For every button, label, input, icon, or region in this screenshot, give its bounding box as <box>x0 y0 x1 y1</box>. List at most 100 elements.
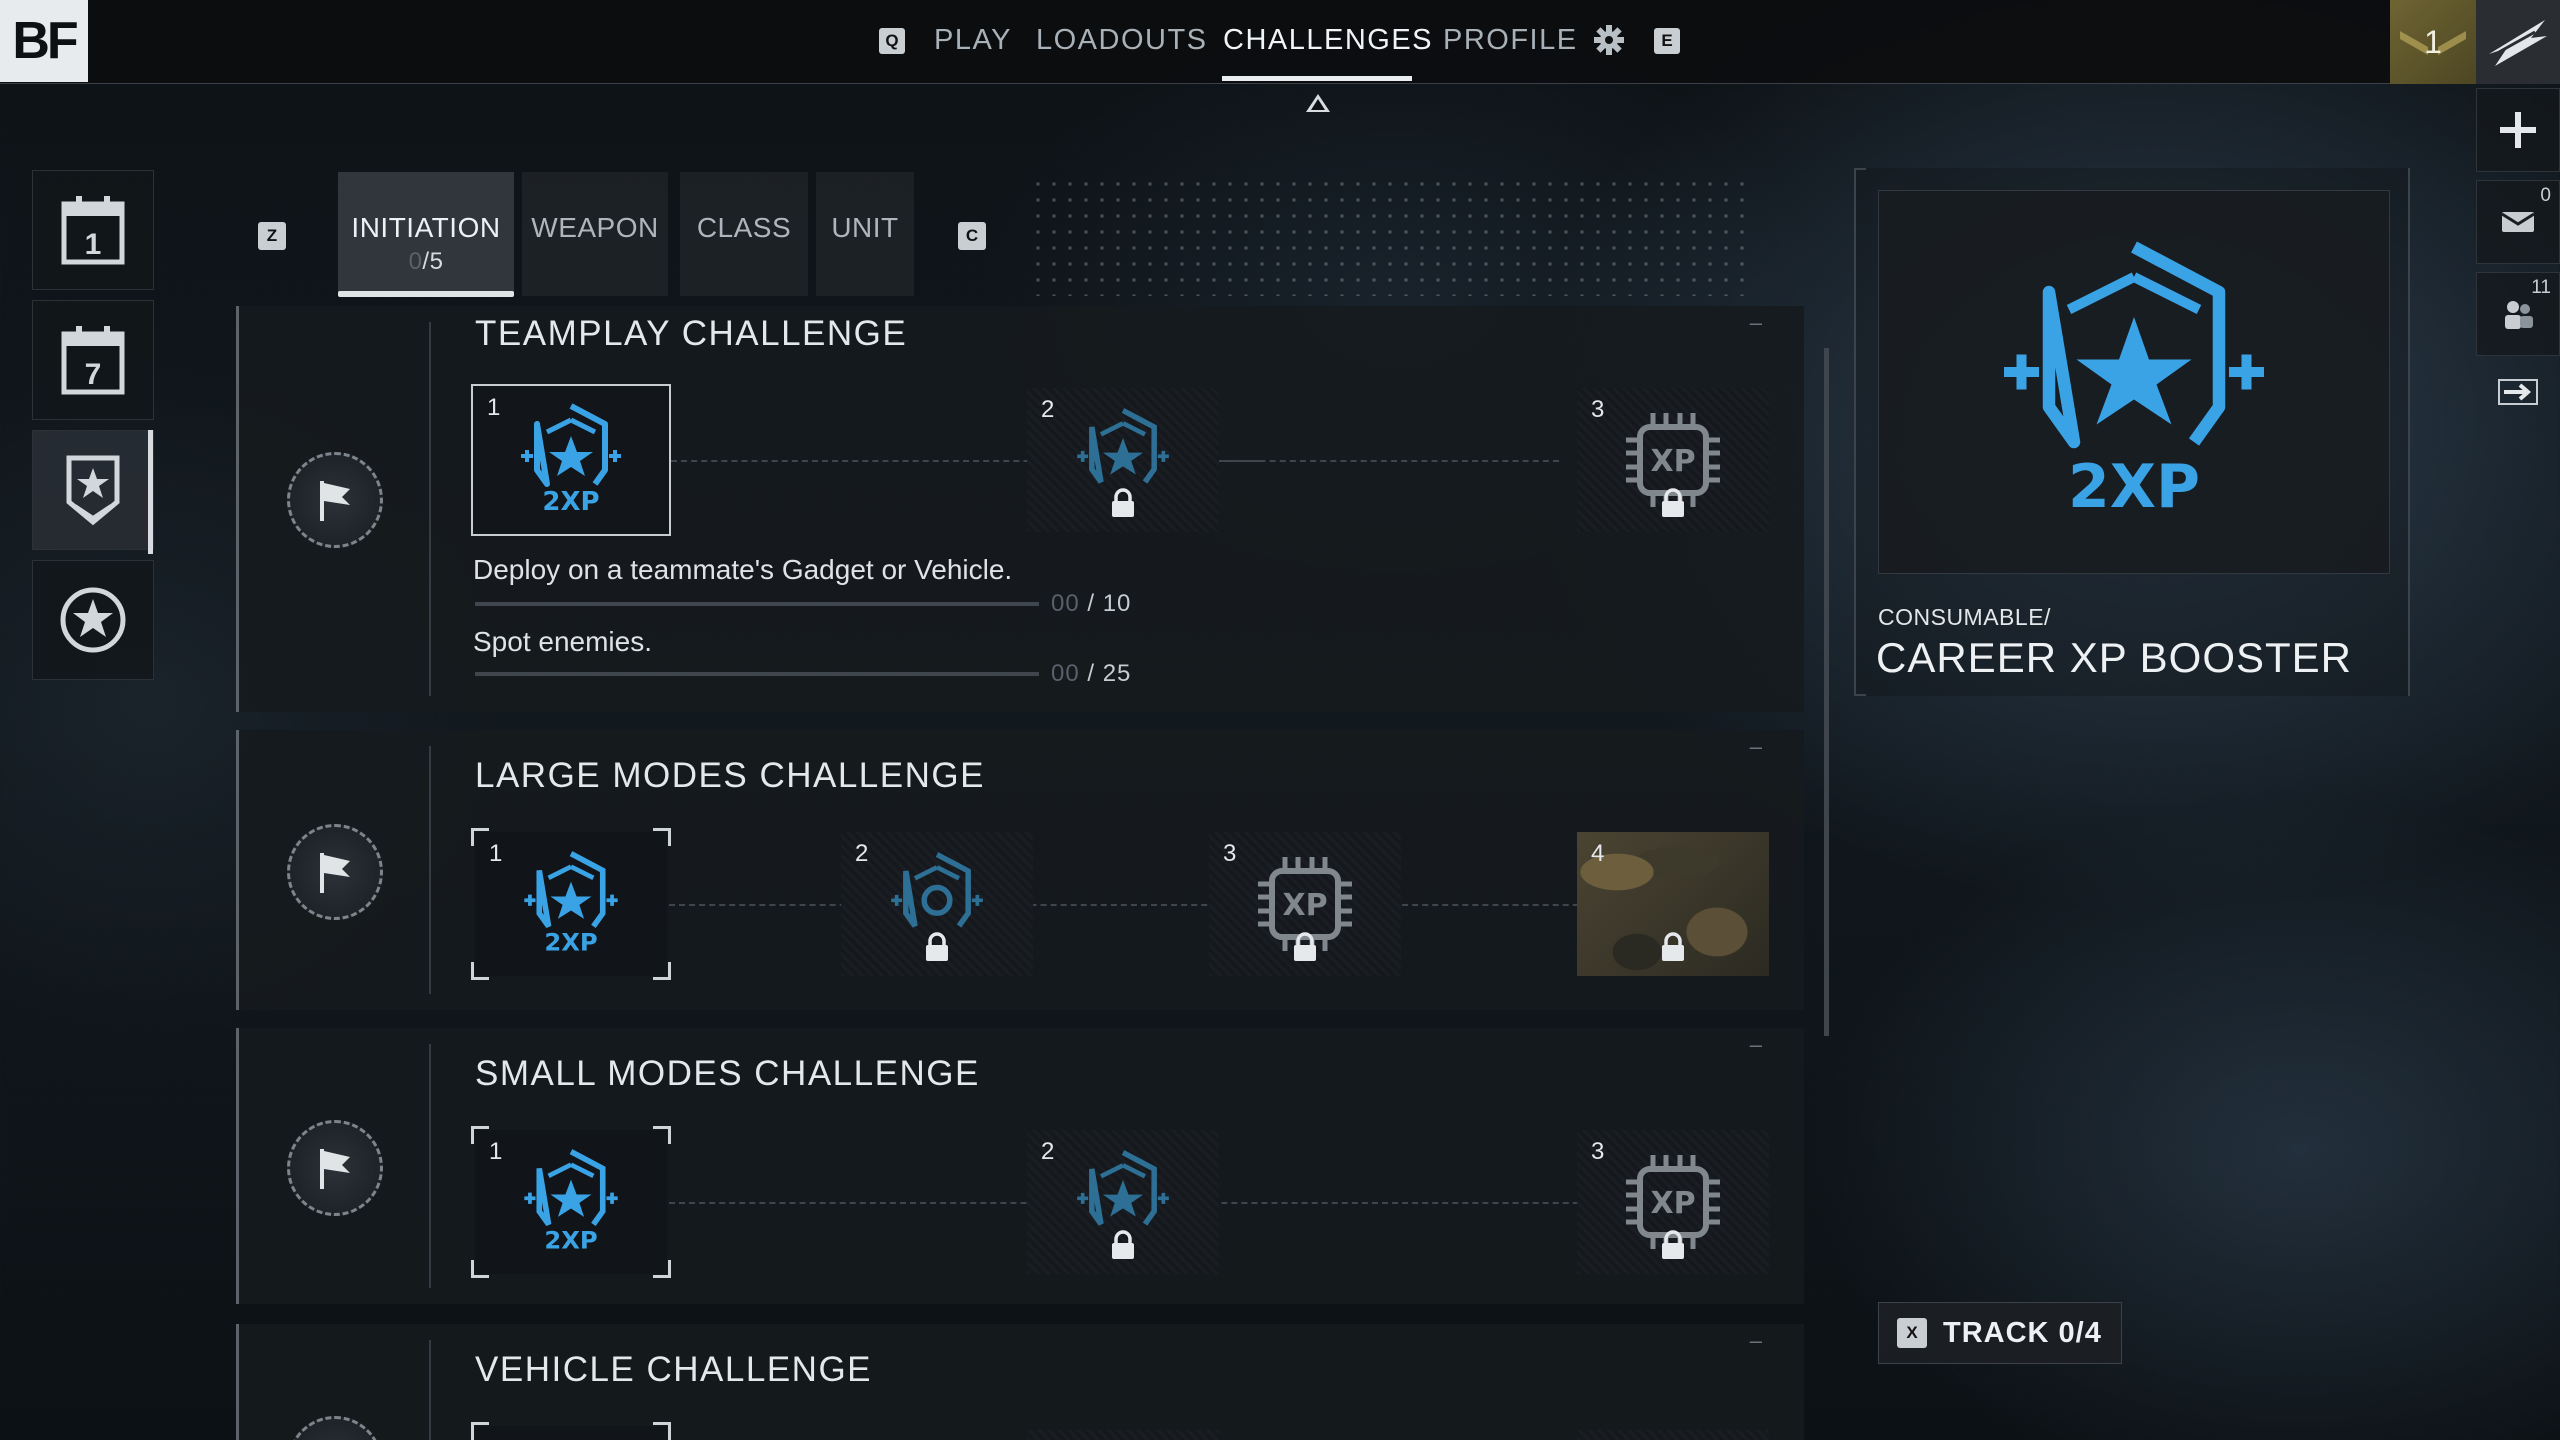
nav-play[interactable]: PLAY <box>934 24 1012 57</box>
challenge-title: VEHICLE CHALLENGE <box>475 1350 873 1389</box>
objective-progress-bar <box>475 672 1039 676</box>
tab-initiation-progress: 0/5 <box>409 248 444 276</box>
card-separator <box>429 322 431 696</box>
tab-weapon[interactable]: WEAPON <box>522 172 668 296</box>
reward-tier-1[interactable] <box>471 1422 671 1440</box>
lock-icon <box>1662 1230 1684 1259</box>
track-button[interactable]: X TRACK 0/4 <box>1878 1302 2122 1364</box>
squad-count: 11 <box>2531 277 2551 298</box>
gear-icon[interactable] <box>1593 24 1625 56</box>
main-nav: Q PLAY LOADOUTS CHALLENGES PROFILE E <box>0 0 2560 84</box>
challenge-card-teamplay[interactable]: – TEAMPLAY CHALLENGE 1 2XP 2 3 XP Deploy… <box>236 306 1804 712</box>
shield-star-icon <box>66 455 120 526</box>
collapse-toggle[interactable]: – <box>1750 310 1762 336</box>
reward-tier-2[interactable]: 2 <box>841 832 1033 976</box>
xp-booster-icon: 2XP <box>2004 241 2264 522</box>
reward-tier-3[interactable] <box>1577 1430 1769 1440</box>
tab-active-underline <box>338 291 514 297</box>
objective-text: Deploy on a teammate's Gadget or Vehicle… <box>473 554 1013 585</box>
category-mastery[interactable] <box>32 560 154 680</box>
mail-button[interactable]: 0 <box>2476 180 2560 264</box>
reward-tier-3[interactable]: 3 XP <box>1577 1130 1769 1274</box>
flag-icon <box>287 1416 383 1440</box>
key-hint-x: X <box>1897 1318 1927 1348</box>
key-hint-q: Q <box>879 28 905 54</box>
key-hint-e: E <box>1654 28 1680 54</box>
reward-tier-2[interactable]: 2 <box>1027 1130 1219 1274</box>
xp-chip-text: XP <box>1650 1186 1695 1221</box>
lock-icon <box>1662 932 1684 961</box>
reward-tier-1[interactable]: 1 2XP <box>471 828 671 980</box>
xp-chip-text: XP <box>1282 888 1327 923</box>
nav-loadouts[interactable]: LOADOUTS <box>1036 24 1208 57</box>
objective-progress-count: 00 / 25 <box>1051 660 1131 688</box>
tab-unit[interactable]: UNIT <box>816 172 914 296</box>
lock-icon <box>1112 1230 1134 1259</box>
key-hint-c: C <box>958 222 986 250</box>
squad-button[interactable]: 11 <box>2476 272 2560 356</box>
challenge-card-vehicle[interactable]: – VEHICLE CHALLENGE <box>236 1324 1804 1440</box>
lock-icon <box>926 932 948 961</box>
reward-tier-1[interactable]: 1 2XP <box>471 384 671 536</box>
collapse-toggle[interactable]: – <box>1750 734 1762 760</box>
reward-tier-number: 2 <box>1041 396 1055 423</box>
detail-2xp-text: 2XP <box>2068 452 2200 522</box>
rank-number: 1 <box>2424 23 2442 60</box>
mail-count: 0 <box>2540 185 2551 206</box>
challenge-list-scrollbar[interactable] <box>1824 348 1829 1036</box>
card-separator <box>429 746 431 994</box>
tab-class[interactable]: CLASS <box>680 172 808 296</box>
flag-icon <box>287 1120 383 1216</box>
challenge-card-small-modes[interactable]: – SMALL MODES CHALLENGE 1 2XP 2 3 XP <box>236 1028 1804 1304</box>
objective-progress-total: / 25 <box>1087 660 1132 687</box>
reward-tier-number: 4 <box>1591 840 1605 867</box>
reward-tier-number: 3 <box>1223 840 1237 867</box>
reward-tier-number: 2 <box>1041 1138 1055 1165</box>
exit-button[interactable] <box>2476 350 2560 434</box>
nav-caret-icon <box>1306 94 1330 112</box>
category-initiation[interactable] <box>32 430 154 550</box>
calendar-week-number: 7 <box>85 358 102 391</box>
star-circle-icon <box>60 587 126 653</box>
tab-initiation-label: INITIATION <box>351 212 501 243</box>
collapse-toggle[interactable]: – <box>1750 1032 1762 1058</box>
reward-tier-3[interactable]: 3 XP <box>1577 388 1769 532</box>
reward-tier-2[interactable]: 2 <box>1027 388 1219 532</box>
tab-initiation[interactable]: INITIATION 0/5 <box>338 172 514 296</box>
xp-booster-icon: 2XP <box>521 403 621 517</box>
add-button[interactable] <box>2476 88 2560 172</box>
flag-icon <box>287 452 383 548</box>
reward-2xp-text: 2XP <box>542 487 599 517</box>
nav-profile[interactable]: PROFILE <box>1443 24 1578 57</box>
nav-challenges[interactable]: CHALLENGES <box>1223 24 1433 57</box>
lock-icon <box>1662 488 1684 517</box>
reward-2xp-text: 2XP <box>544 928 597 957</box>
reward-track-line <box>669 904 1629 906</box>
tab-initiation-progress-done: 0 <box>408 248 423 275</box>
objective-progress-count: 00 / 10 <box>1051 590 1131 618</box>
objective-progress-current: 00 <box>1051 590 1080 617</box>
profile-emblem[interactable] <box>2476 0 2560 84</box>
collapse-toggle[interactable]: – <box>1750 1328 1762 1354</box>
key-hint-z: Z <box>258 222 286 250</box>
rank-badge[interactable]: 1 <box>2390 0 2476 84</box>
objective-progress-total: / 10 <box>1087 590 1132 617</box>
reward-tier-1[interactable]: 1 2XP <box>471 1126 671 1278</box>
reward-tier-2[interactable] <box>1027 1430 1219 1440</box>
card-separator <box>429 1340 431 1440</box>
card-separator <box>429 1044 431 1288</box>
emblem-icon <box>2489 20 2547 66</box>
mail-icon <box>2501 212 2535 232</box>
calendar-day-number: 1 <box>85 228 102 261</box>
reward-tier-number: 1 <box>487 394 501 421</box>
xp-chip-text: XP <box>1650 444 1695 479</box>
objective-progress-bar <box>475 602 1039 606</box>
category-daily[interactable]: 1 <box>32 170 154 290</box>
reward-detail-image: 2XP <box>1878 190 2390 574</box>
reward-tier-number: 1 <box>489 1138 503 1165</box>
category-weekly[interactable]: 7 <box>32 300 154 420</box>
challenge-card-large-modes[interactable]: – LARGE MODES CHALLENGE 1 2XP 2 3 XP 4 <box>236 730 1804 1010</box>
reward-tier-4-camo[interactable]: 4 <box>1577 832 1769 976</box>
reward-tier-3[interactable]: 3 XP <box>1209 832 1401 976</box>
reward-tier-number: 1 <box>489 840 503 867</box>
